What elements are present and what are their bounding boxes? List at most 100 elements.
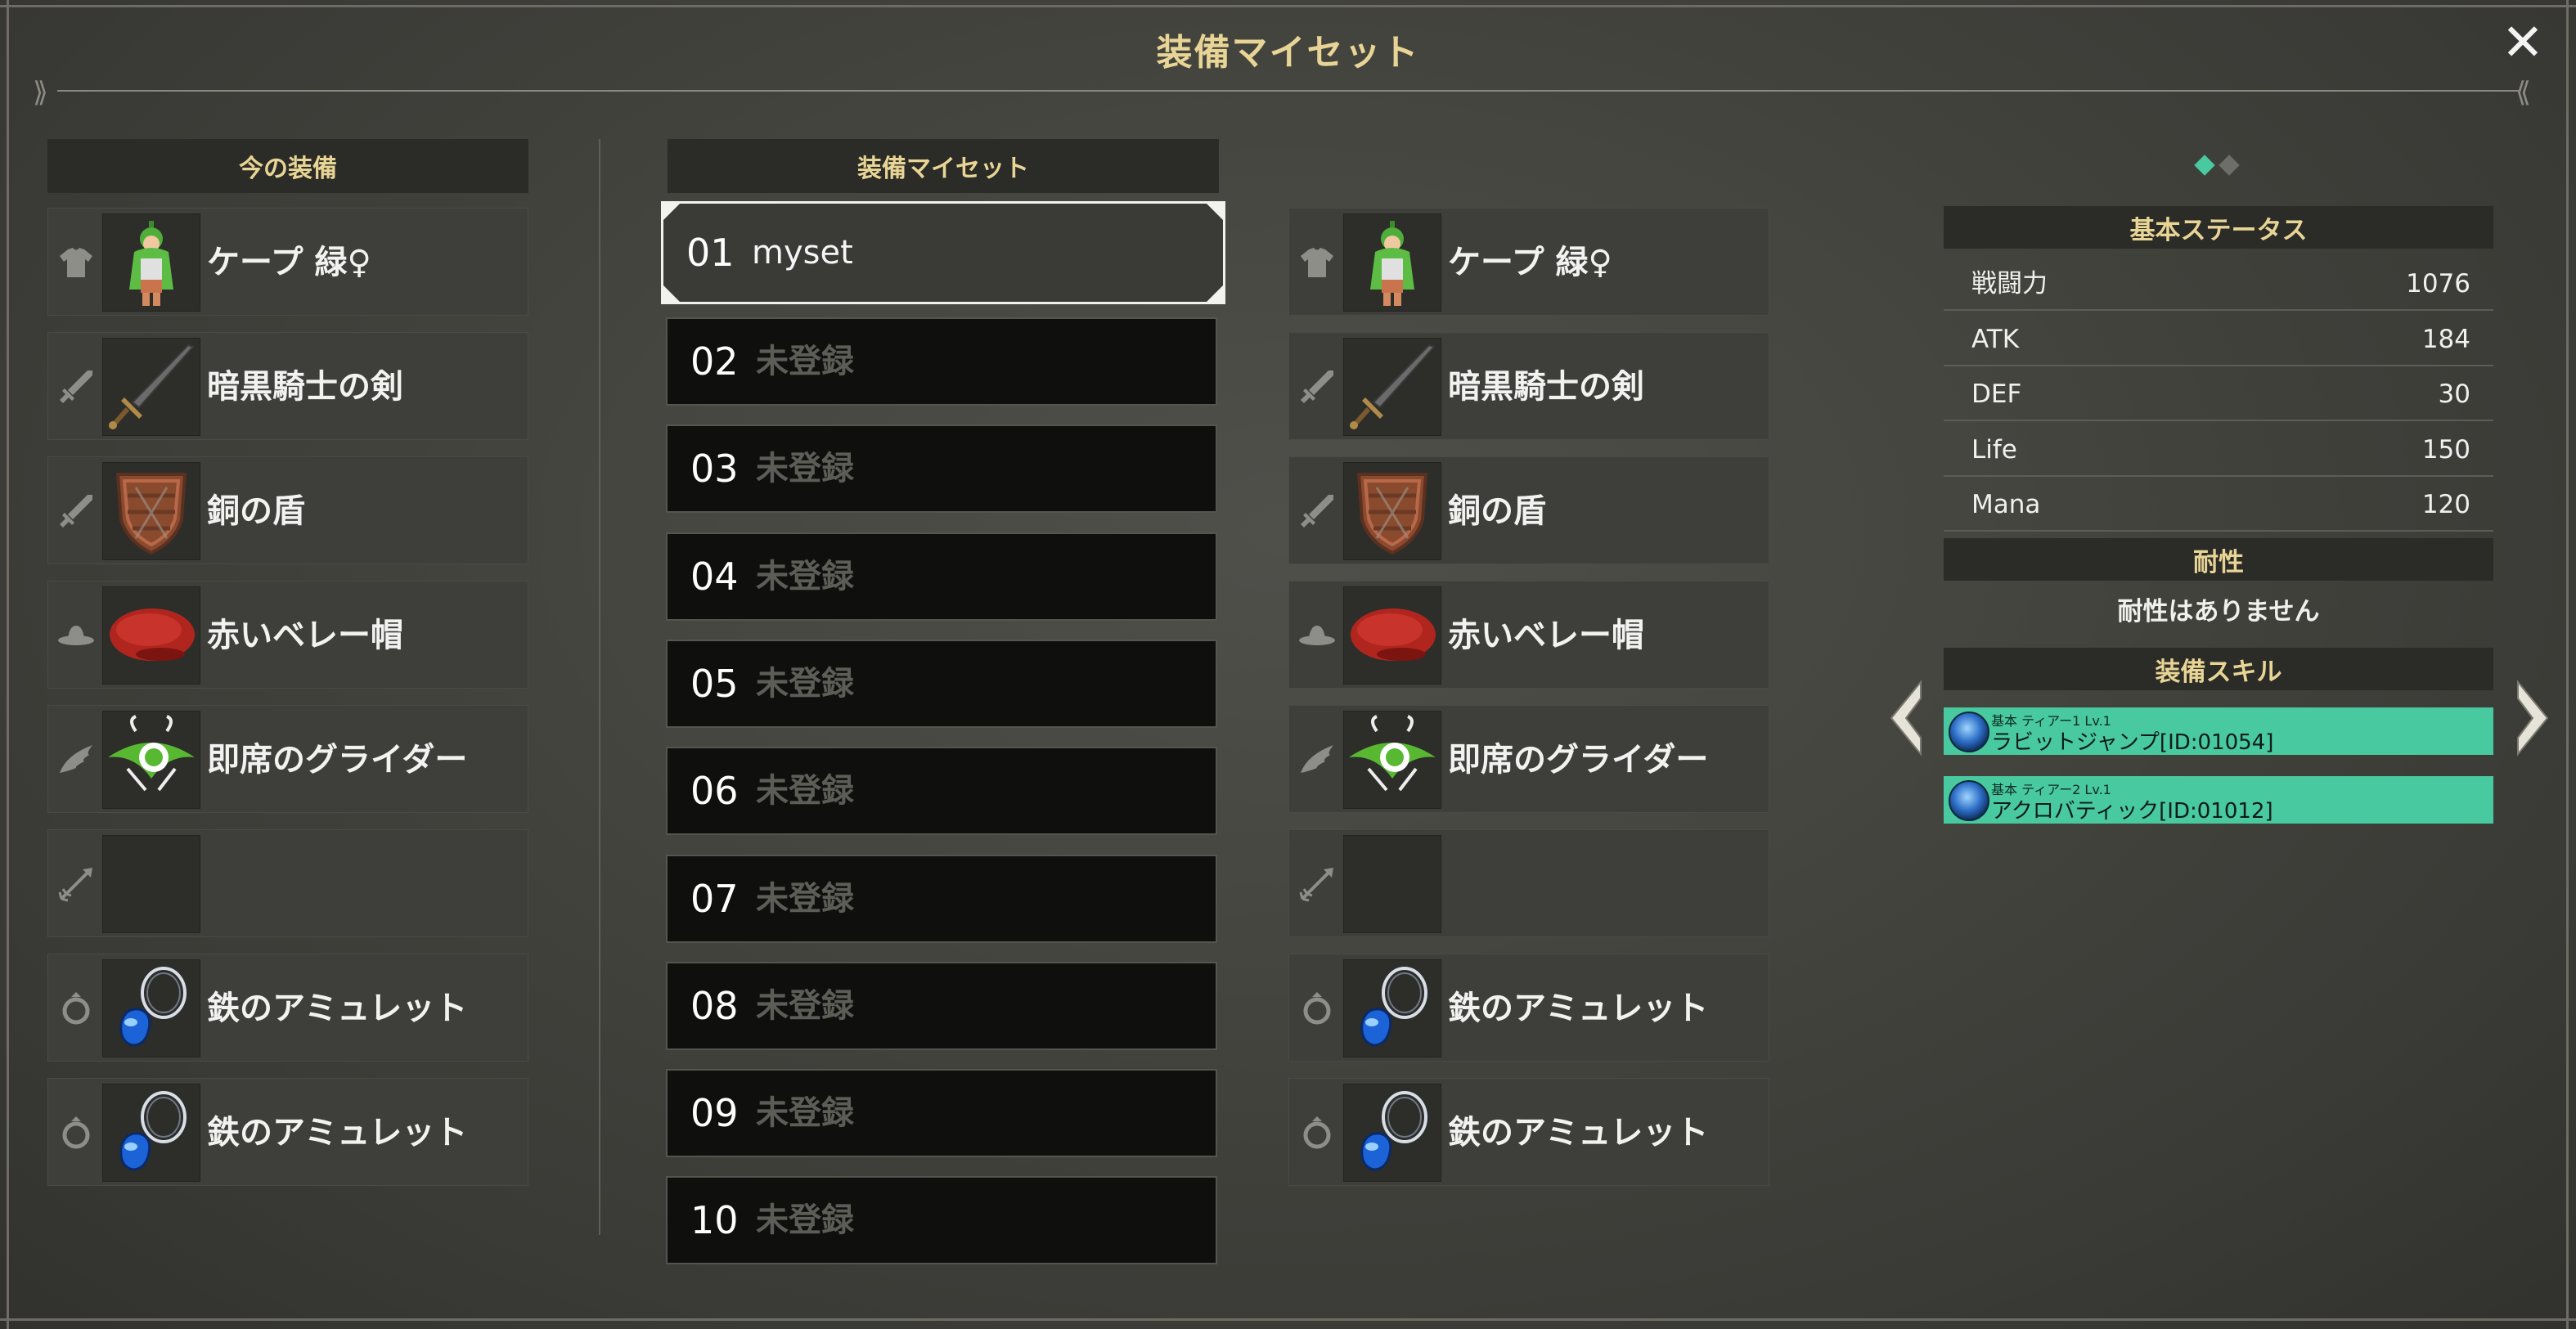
myset-slot[interactable]: 07 未登録 (666, 854, 1217, 943)
dark-sword-icon (1343, 338, 1441, 436)
myset-number: 07 (690, 876, 739, 921)
hat-icon (56, 616, 96, 655)
set-preview-slot[interactable]: ケープ 緑♀ (1288, 208, 1769, 316)
item-name: 暗黒騎士の剣 (207, 368, 403, 406)
ornament-icon: ⟪ (2515, 76, 2531, 109)
myset-slot[interactable]: 02 未登録 (666, 317, 1217, 406)
item-name: 鉄のアミュレット (207, 990, 468, 1027)
item-name: ケープ 緑♀ (207, 244, 371, 281)
close-icon[interactable]: ✕ (2497, 16, 2549, 69)
current-equipment-slot[interactable]: 銅の盾 (47, 456, 528, 564)
myset-name: 未登録 (756, 772, 854, 810)
item-name: 即席のグライダー (1448, 741, 1709, 779)
equipment-myset-dialog: ⟫ ⟪ 装備マイセット ✕ 今の装備 装備マイセット ケープ 緑♀ 暗黒騎士の剣… (0, 0, 2576, 1329)
resistance-header: 耐性 (1944, 538, 2493, 581)
myset-name: 未登録 (756, 879, 854, 918)
myset-number: 10 (690, 1198, 739, 1243)
myset-slot[interactable]: 08 未登録 (666, 961, 1217, 1050)
cape-icon (102, 213, 200, 312)
equipment-skills-header: 装備スキル (1944, 648, 2493, 690)
frame-right-line (2566, 0, 2569, 1329)
chevron-right-icon[interactable] (2515, 679, 2551, 757)
stat-label: Mana (1971, 490, 2041, 519)
set-preview-slot[interactable]: 鉄のアミュレット (1288, 1078, 1769, 1186)
myset-list-header: 装備マイセット (668, 139, 1219, 193)
selection-corner-marker (661, 283, 682, 304)
set-preview-slot[interactable]: 即席のグライダー (1288, 705, 1769, 813)
skill-entry[interactable]: 基本 ティアー2 Lv.1 アクロバティック[ID:01012] (1944, 776, 2493, 824)
sword-icon (1297, 367, 1337, 406)
column-divider (599, 139, 600, 1235)
sword-icon (56, 367, 96, 406)
current-equipment-slot[interactable]: ケープ 緑♀ (47, 208, 528, 316)
item-name: 銅の盾 (207, 492, 305, 530)
set-preview-slot[interactable] (1288, 829, 1769, 937)
stat-value: 30 (2438, 379, 2470, 409)
myset-slot[interactable]: 09 未登録 (666, 1069, 1217, 1158)
item-name: 鉄のアミュレット (207, 1114, 468, 1152)
hat-icon (1297, 616, 1337, 655)
ring-icon (1297, 1113, 1337, 1152)
myset-number: 09 (690, 1091, 739, 1136)
set-preview-slot[interactable]: 暗黒騎士の剣 (1288, 332, 1769, 440)
page-dot-active[interactable] (2194, 155, 2215, 176)
myset-number: 02 (690, 339, 739, 384)
stat-row: Life 150 (1944, 423, 2493, 477)
myset-slot[interactable]: 06 未登録 (666, 747, 1217, 836)
selection-corner-marker (1204, 201, 1225, 222)
shield-icon (102, 462, 200, 560)
frame-bottom-line (0, 1318, 2576, 1321)
glider-icon (102, 711, 200, 809)
wing-icon (56, 740, 96, 779)
stat-label: 戦闘力 (1971, 269, 2048, 299)
myset-number: 01 (686, 231, 735, 275)
sword-icon (56, 492, 96, 531)
myset-slot[interactable]: 03 未登録 (666, 424, 1217, 514)
basic-status-header: 基本ステータス (1944, 206, 2493, 249)
myset-number: 08 (690, 983, 739, 1028)
beret-icon (1343, 586, 1441, 685)
myset-slot[interactable]: 05 未登録 (666, 639, 1217, 728)
resistance-text: 耐性はありません (2117, 597, 2320, 626)
current-equipment-slot[interactable]: 赤いベレー帽 (47, 581, 528, 689)
chevron-left-icon[interactable] (1888, 679, 1924, 757)
stat-row: 戦闘力 1076 (1944, 257, 2493, 311)
cape-icon (1343, 213, 1441, 312)
page-dot-inactive[interactable] (2219, 155, 2240, 176)
myset-slot[interactable]: 04 未登録 (666, 532, 1217, 621)
myset-name: 未登録 (756, 1094, 854, 1133)
myset-slot-selected[interactable]: 01 myset (661, 201, 1225, 304)
set-preview-slot[interactable]: 赤いベレー帽 (1288, 581, 1769, 689)
current-equipment-slot[interactable]: 鉄のアミュレット (47, 1078, 528, 1186)
selection-corner-marker (661, 201, 682, 222)
skill-name: ラビットジャンプ[ID:01054] (1991, 730, 2274, 755)
stat-label: ATK (1971, 324, 2020, 354)
myset-number: 05 (690, 661, 739, 706)
stat-value: 1076 (2406, 269, 2470, 299)
empty-slot-thumbnail (102, 835, 200, 933)
current-equipment-slot[interactable]: 鉄のアミュレット (47, 954, 528, 1062)
rabbit-jump-skill-icon (1949, 712, 1989, 752)
item-name: 赤いベレー帽 (207, 617, 403, 654)
skill-entry[interactable]: 基本 ティアー1 Lv.1 ラビットジャンプ[ID:01054] (1944, 707, 2493, 755)
myset-number: 03 (690, 447, 739, 492)
current-equipment-slot[interactable] (47, 829, 528, 937)
current-equipment-slot[interactable]: 即席のグライダー (47, 705, 528, 813)
myset-name: 未登録 (756, 1201, 854, 1240)
myset-slot[interactable]: 10 未登録 (666, 1176, 1217, 1265)
set-preview-slot[interactable]: 銅の盾 (1288, 456, 1769, 564)
stat-label: DEF (1971, 379, 2022, 409)
set-preview-slot[interactable]: 鉄のアミュレット (1288, 954, 1769, 1062)
ring-icon (1297, 989, 1337, 1028)
stat-value: 150 (2421, 434, 2470, 465)
myset-name: 未登録 (756, 664, 854, 703)
current-equipment-slot[interactable]: 暗黒騎士の剣 (47, 332, 528, 440)
frame-top-line (0, 5, 2576, 7)
frame-left-line (7, 0, 9, 1329)
wing-icon (1297, 740, 1337, 779)
current-equipment-header: 今の装備 (47, 139, 528, 193)
arrow-icon (56, 864, 96, 904)
amulet-icon (1343, 1084, 1441, 1182)
myset-name: 未登録 (756, 343, 854, 380)
myset-name: myset (752, 234, 853, 272)
